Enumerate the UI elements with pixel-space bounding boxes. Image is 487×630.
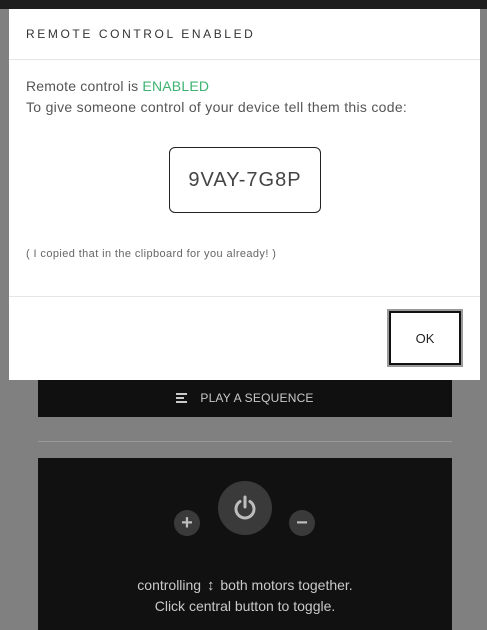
minus-button[interactable]: −: [289, 510, 315, 536]
power-icon: [234, 495, 256, 520]
control-line-2: Click central button to toggle.: [154, 598, 336, 614]
power-button[interactable]: [218, 481, 272, 535]
modal-body: Remote control is ENABLED To give someon…: [9, 60, 480, 297]
control-description: controlling ↕ both motors together. Clic…: [38, 575, 452, 617]
plus-button[interactable]: +: [174, 510, 200, 536]
play-sequence-button[interactable]: PLAY A SEQUENCE: [38, 378, 452, 417]
divider: [38, 441, 452, 442]
top-bar: [0, 0, 487, 9]
remote-code: 9VAY-7G8P: [169, 147, 321, 213]
modal-footer: OK: [9, 297, 480, 381]
control-line-1: controlling ↕ both motors together.: [137, 577, 353, 594]
up-down-arrow-icon: ↕: [207, 577, 215, 594]
play-sequence-label: PLAY A SEQUENCE: [200, 390, 314, 405]
instruction-text: To give someone control of your device t…: [26, 99, 408, 115]
modal-title: REMOTE CONTROL ENABLED: [26, 27, 256, 41]
ok-button[interactable]: OK: [387, 309, 463, 367]
motor-control-panel: + − controlling ↕ both motors together. …: [38, 458, 452, 630]
menu-icon: [176, 392, 188, 403]
status-line: Remote control is ENABLED: [26, 78, 210, 94]
clipboard-note: ( I copied that in the clipboard for you…: [26, 248, 277, 260]
status-badge: ENABLED: [142, 78, 210, 94]
remote-control-modal: REMOTE CONTROL ENABLED Remote control is…: [9, 9, 480, 380]
modal-header: REMOTE CONTROL ENABLED: [9, 9, 480, 60]
